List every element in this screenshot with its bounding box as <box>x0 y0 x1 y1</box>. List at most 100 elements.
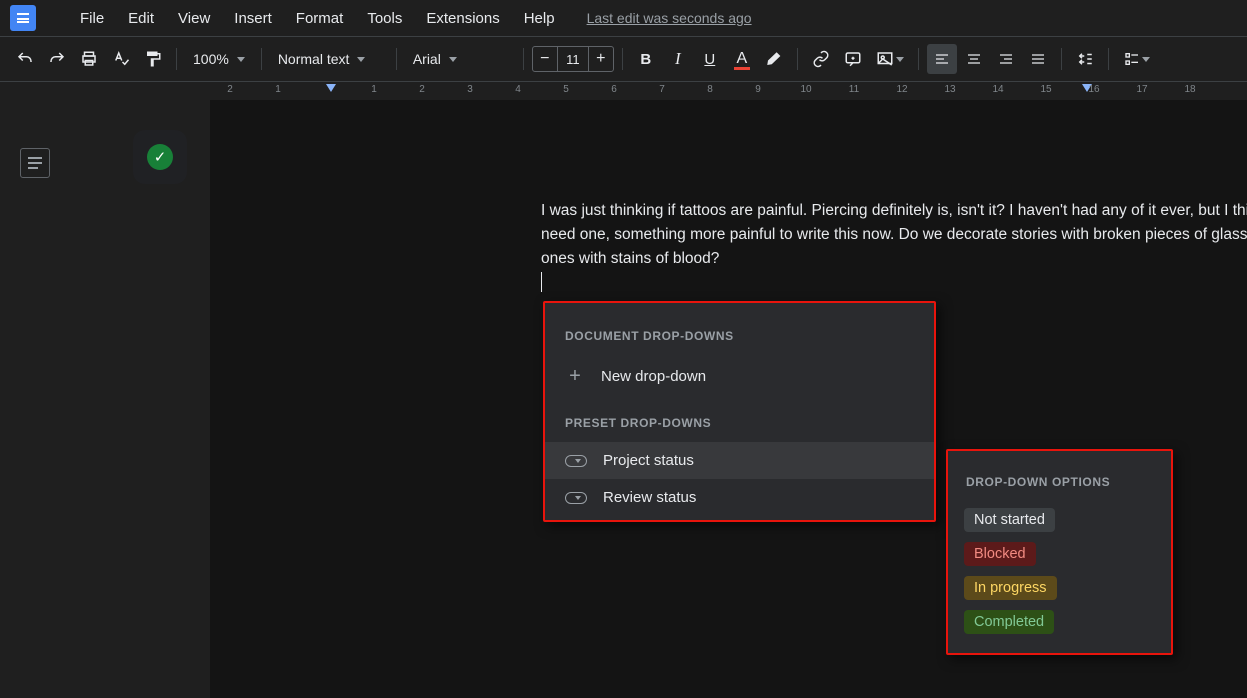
heading-dropdown-options: DROP-DOWN OPTIONS <box>962 475 1157 503</box>
text-color-button[interactable]: A <box>727 44 757 74</box>
heading-preset-dropdowns: PRESET DROP-DOWNS <box>545 412 934 442</box>
highlight-button[interactable] <box>759 44 789 74</box>
preset-label: Project status <box>603 452 694 469</box>
ruler-tick: 14 <box>992 84 1003 95</box>
menu-tools[interactable]: Tools <box>357 6 412 31</box>
ruler-tick: 3 <box>467 84 473 95</box>
caret-down-icon <box>357 57 365 62</box>
menu-view[interactable]: View <box>168 6 220 31</box>
ruler-area: 21123456789101112131415161718 <box>0 82 1247 100</box>
plus-icon: + <box>565 365 585 388</box>
print-button[interactable] <box>74 44 104 74</box>
ruler-tick: 5 <box>563 84 569 95</box>
ruler-tick: 2 <box>419 84 425 95</box>
style-value: Normal text <box>278 51 350 67</box>
ruler-tick: 10 <box>800 84 811 95</box>
insert-comment-button[interactable] <box>838 44 868 74</box>
ruler-tick: 16 <box>1088 84 1099 95</box>
undo-button[interactable] <box>10 44 40 74</box>
status-chip[interactable]: Not started <box>964 508 1055 532</box>
last-edit-link[interactable]: Last edit was seconds ago <box>587 10 752 26</box>
align-justify-button[interactable] <box>1023 44 1053 74</box>
zoom-value: 100% <box>193 51 229 67</box>
ruler-tick: 1 <box>275 84 281 95</box>
toolbar: 100% Normal text Arial − 11 + B I U A <box>0 36 1247 82</box>
paragraph-style-dropdown[interactable]: Normal text <box>270 44 388 74</box>
font-size-value[interactable]: 11 <box>557 47 589 71</box>
insert-link-button[interactable] <box>806 44 836 74</box>
ruler-tick: 4 <box>515 84 521 95</box>
docs-logo-icon[interactable] <box>10 5 36 31</box>
status-chip[interactable]: In progress <box>964 576 1057 600</box>
font-size-decrease-button[interactable]: − <box>533 47 557 71</box>
separator <box>1061 48 1062 70</box>
separator <box>261 48 262 70</box>
caret-down-icon <box>449 57 457 62</box>
redo-button[interactable] <box>42 44 72 74</box>
menu-edit[interactable]: Edit <box>118 6 164 31</box>
align-left-button[interactable] <box>927 44 957 74</box>
separator <box>1108 48 1109 70</box>
main-area: ✓ I was just thinking if tattoos are pai… <box>0 100 1247 698</box>
preset-label: Review status <box>603 489 696 506</box>
ruler-tick: 2 <box>227 84 233 95</box>
underline-button[interactable]: U <box>695 44 725 74</box>
check-circle-icon: ✓ <box>147 144 173 170</box>
indent-marker-left[interactable] <box>326 84 336 92</box>
preset-project-status[interactable]: Project status <box>545 442 934 479</box>
separator <box>523 48 524 70</box>
chip-icon <box>565 455 587 467</box>
font-dropdown[interactable]: Arial <box>405 44 515 74</box>
preset-review-status[interactable]: Review status <box>545 479 934 516</box>
align-center-button[interactable] <box>959 44 989 74</box>
font-size-control: − 11 + <box>532 46 614 72</box>
ruler[interactable]: 21123456789101112131415161718 <box>210 82 1247 100</box>
chip-icon <box>565 492 587 504</box>
menubar: File Edit View Insert Format Tools Exten… <box>0 0 1247 36</box>
status-chip[interactable]: Blocked <box>964 542 1036 566</box>
ruler-tick: 8 <box>707 84 713 95</box>
menu-insert[interactable]: Insert <box>224 6 282 31</box>
text-cursor <box>541 272 542 292</box>
spellcheck-button[interactable] <box>106 44 136 74</box>
ruler-tick: 13 <box>944 84 955 95</box>
italic-button[interactable]: I <box>663 44 693 74</box>
document-page[interactable]: I was just thinking if tattoos are painf… <box>210 100 1247 698</box>
ruler-tick: 1 <box>371 84 377 95</box>
ruler-tick: 15 <box>1040 84 1051 95</box>
menu-format[interactable]: Format <box>286 6 354 31</box>
dropdown-insert-panel: DOCUMENT DROP-DOWNS + New drop-down PRES… <box>543 301 936 522</box>
align-right-button[interactable] <box>991 44 1021 74</box>
menu-file[interactable]: File <box>70 6 114 31</box>
ruler-tick: 6 <box>611 84 617 95</box>
ruler-tick: 18 <box>1184 84 1195 95</box>
outline-icon <box>28 157 42 169</box>
dropdown-options-panel: DROP-DOWN OPTIONS Not started Blocked In p… <box>946 449 1173 655</box>
ruler-tick: 11 <box>849 84 859 95</box>
new-dropdown-item[interactable]: + New drop-down <box>545 355 934 398</box>
document-body-text[interactable]: I was just thinking if tattoos are painf… <box>541 199 1247 271</box>
document-outline-button[interactable] <box>20 148 50 178</box>
line-spacing-button[interactable] <box>1070 44 1100 74</box>
ruler-tick: 9 <box>755 84 761 95</box>
separator <box>396 48 397 70</box>
sync-status-badge[interactable]: ✓ <box>133 130 187 184</box>
insert-image-button[interactable] <box>870 44 910 74</box>
separator <box>797 48 798 70</box>
paint-format-button[interactable] <box>138 44 168 74</box>
ruler-tick: 7 <box>659 84 665 95</box>
menu-extensions[interactable]: Extensions <box>416 6 509 31</box>
caret-down-icon <box>237 57 245 62</box>
bold-button[interactable]: B <box>631 44 661 74</box>
checklist-button[interactable] <box>1117 44 1157 74</box>
ruler-tick: 17 <box>1136 84 1147 95</box>
separator <box>176 48 177 70</box>
status-chip[interactable]: Completed <box>964 610 1054 634</box>
menu-help[interactable]: Help <box>514 6 565 31</box>
font-size-increase-button[interactable]: + <box>589 47 613 71</box>
zoom-dropdown[interactable]: 100% <box>185 44 253 74</box>
heading-document-dropdowns: DOCUMENT DROP-DOWNS <box>545 325 934 355</box>
caret-down-icon <box>1142 57 1150 62</box>
separator <box>622 48 623 70</box>
separator <box>918 48 919 70</box>
